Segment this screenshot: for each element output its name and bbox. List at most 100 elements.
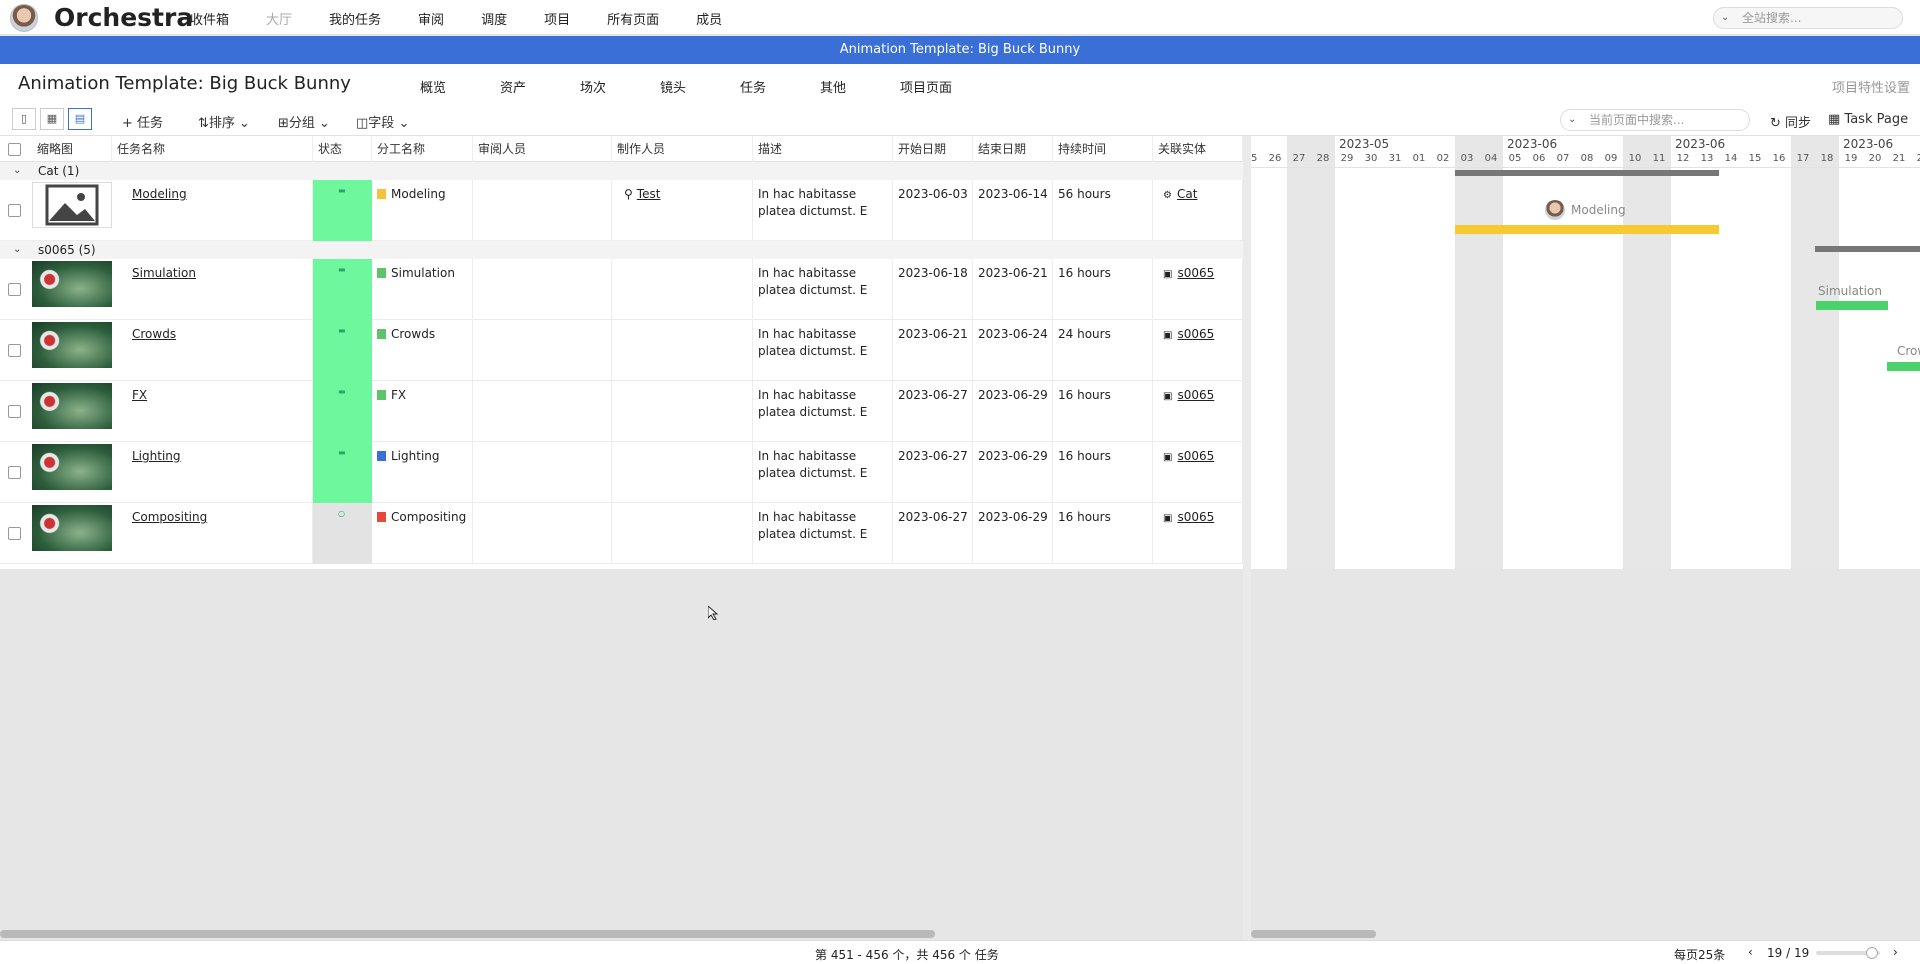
table-row[interactable]: Compositing ○ Compositing In hac habitasse p… xyxy=(0,503,1243,564)
producer-cell[interactable] xyxy=(612,259,753,320)
col-entity[interactable]: 关联实体 xyxy=(1153,136,1243,162)
nav-my-tasks[interactable]: 我的任务 xyxy=(329,9,381,28)
entity-link[interactable]: s0065 xyxy=(1177,510,1214,524)
tab-other[interactable]: 其他 xyxy=(820,77,900,96)
tab-shots[interactable]: 镜头 xyxy=(660,77,740,96)
nav-schedule[interactable]: 调度 xyxy=(481,9,507,28)
col-reviewer[interactable]: 审阅人员 xyxy=(473,136,612,162)
status-cell[interactable]: ○ xyxy=(313,503,372,564)
table-row[interactable]: Modeling ▬ Modeling ⚲ Test In hac habitasse pl… xyxy=(0,180,1243,241)
task-name-link[interactable]: Simulation xyxy=(132,266,196,280)
reviewer-cell[interactable] xyxy=(473,320,612,381)
page-size-select[interactable]: 每页25条 xyxy=(1674,946,1725,963)
group-header[interactable]: ⌄ Cat (1) xyxy=(0,162,1243,180)
task-name-link[interactable]: Lighting xyxy=(132,449,181,463)
reviewer-cell[interactable] xyxy=(473,503,612,564)
entity-link[interactable]: s0065 xyxy=(1177,388,1214,402)
tab-project-pages[interactable]: 项目页面 xyxy=(900,77,980,96)
nav-inbox[interactable]: 收件箱 xyxy=(190,9,229,28)
reviewer-cell[interactable] xyxy=(473,180,612,241)
table-row[interactable]: Lighting ▬ Lighting In hac habitasse platea … xyxy=(0,442,1243,503)
task-thumbnail[interactable] xyxy=(32,505,112,551)
chevron-down-icon[interactable]: ⌄ xyxy=(13,162,21,180)
producer-cell[interactable] xyxy=(612,442,753,503)
project-settings-link[interactable]: 项目特性设置 xyxy=(1832,77,1910,96)
nav-all-pages[interactable]: 所有页面 xyxy=(607,9,659,28)
table-row[interactable]: FX ▬ FX In hac habitasse platea dictumst. E 2… xyxy=(0,381,1243,442)
page-slider[interactable] xyxy=(1816,947,1880,959)
select-all-checkbox[interactable] xyxy=(8,143,21,156)
row-checkbox[interactable] xyxy=(8,344,21,357)
task-name-link[interactable]: Compositing xyxy=(132,510,207,524)
producer-cell[interactable] xyxy=(612,503,753,564)
panel-splitter[interactable] xyxy=(1243,136,1251,940)
gantt-bar-crowds[interactable] xyxy=(1887,362,1920,371)
col-start-date[interactable]: 开始日期 xyxy=(893,136,973,162)
nav-members[interactable]: 成员 xyxy=(696,9,722,28)
row-checkbox[interactable] xyxy=(8,466,21,479)
grid-view-icon[interactable]: ▦ xyxy=(40,108,64,130)
group-header[interactable]: ⌄ s0065 (5) xyxy=(0,241,1243,259)
tab-tasks[interactable]: 任务 xyxy=(740,77,820,96)
col-thumbnail[interactable]: 缩略图 xyxy=(32,136,112,162)
entity-link[interactable]: s0065 xyxy=(1177,266,1214,280)
col-duration[interactable]: 持续时间 xyxy=(1053,136,1153,162)
table-row[interactable]: Simulation ▬ Simulation In hac habitasse pla… xyxy=(0,259,1243,320)
producer-cell[interactable]: ⚲ Test xyxy=(612,180,753,241)
status-cell[interactable]: ▬ xyxy=(313,180,372,241)
task-thumbnail[interactable] xyxy=(32,261,112,307)
status-cell[interactable]: ▬ xyxy=(313,259,372,320)
col-description[interactable]: 描述 xyxy=(753,136,893,162)
chevron-down-icon[interactable]: ⌄ xyxy=(1568,110,1576,130)
status-cell[interactable]: ▬ xyxy=(313,381,372,442)
next-page-icon[interactable]: › xyxy=(1893,945,1898,959)
task-thumbnail[interactable] xyxy=(32,182,112,228)
tab-assets[interactable]: 资产 xyxy=(500,77,580,96)
prev-page-icon[interactable]: ‹ xyxy=(1748,945,1753,959)
task-thumbnail[interactable] xyxy=(32,322,112,368)
row-checkbox[interactable] xyxy=(8,405,21,418)
producer-cell[interactable] xyxy=(612,381,753,442)
reviewer-cell[interactable] xyxy=(473,259,612,320)
chevron-down-icon[interactable]: ⌄ xyxy=(13,241,21,259)
row-checkbox[interactable] xyxy=(8,204,21,217)
task-name-link[interactable]: Crowds xyxy=(132,327,176,341)
app-name[interactable]: Orchestra xyxy=(54,3,193,32)
table-view-icon[interactable]: ▤ xyxy=(68,108,92,130)
task-name-link[interactable]: FX xyxy=(132,388,147,402)
add-task-button[interactable]: + 任务 xyxy=(122,112,163,131)
user-avatar[interactable] xyxy=(10,4,38,32)
sort-button[interactable]: ⇅排序 ⌄ xyxy=(198,112,250,131)
gantt-bar-modeling[interactable] xyxy=(1455,225,1719,234)
tab-sequences[interactable]: 场次 xyxy=(580,77,660,96)
row-checkbox[interactable] xyxy=(8,283,21,296)
task-name-link[interactable]: Modeling xyxy=(132,187,187,201)
task-thumbnail[interactable] xyxy=(32,383,112,429)
col-producer[interactable]: 制作人员 xyxy=(612,136,753,162)
table-hscrollbar[interactable] xyxy=(0,930,935,938)
nav-review[interactable]: 审阅 xyxy=(418,9,444,28)
table-row[interactable]: Crowds ▬ Crowds In hac habitasse platea dict… xyxy=(0,320,1243,381)
task-thumbnail[interactable] xyxy=(32,444,112,490)
reviewer-cell[interactable] xyxy=(473,381,612,442)
task-page-button[interactable]: ▦ Task Page xyxy=(1828,112,1908,127)
col-status[interactable]: 状态 xyxy=(313,136,372,162)
gantt-bar-simulation[interactable] xyxy=(1816,301,1888,310)
reviewer-cell[interactable] xyxy=(473,442,612,503)
status-cell[interactable]: ▬ xyxy=(313,442,372,503)
producer-link[interactable]: Test xyxy=(637,187,661,201)
row-checkbox[interactable] xyxy=(8,527,21,540)
entity-link[interactable]: Cat xyxy=(1177,187,1197,201)
entity-link[interactable]: s0065 xyxy=(1177,449,1214,463)
col-end-date[interactable]: 结束日期 xyxy=(973,136,1053,162)
nav-lobby[interactable]: 大厅 xyxy=(266,9,292,28)
col-task-name[interactable]: 任务名称 xyxy=(112,136,313,162)
sidebar-view-icon[interactable]: ▯ xyxy=(12,108,36,130)
producer-cell[interactable] xyxy=(612,320,753,381)
sync-button[interactable]: ↻ 同步 xyxy=(1770,112,1811,131)
fields-button[interactable]: ◫字段 ⌄ xyxy=(356,112,409,131)
status-cell[interactable]: ▬ xyxy=(313,320,372,381)
page-slider-handle[interactable] xyxy=(1866,947,1878,959)
tab-overview[interactable]: 概览 xyxy=(420,77,500,96)
col-department[interactable]: 分工名称 xyxy=(372,136,473,162)
